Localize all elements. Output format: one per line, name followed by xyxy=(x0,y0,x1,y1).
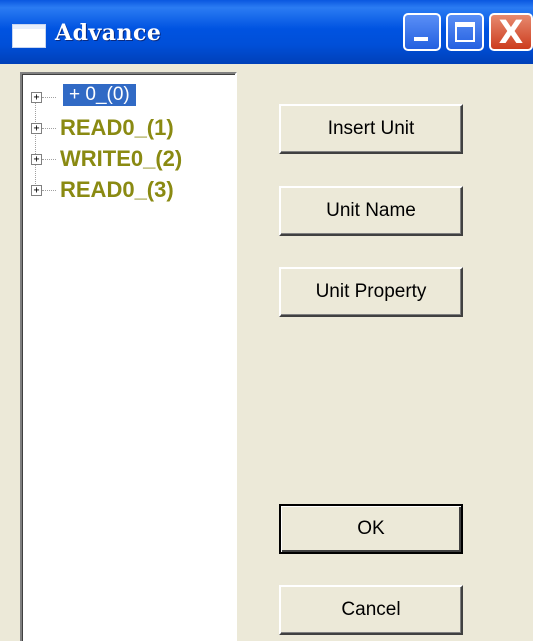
minimize-button[interactable] xyxy=(403,13,441,51)
window-icon xyxy=(12,24,46,48)
tree-connector-line xyxy=(35,96,36,192)
tree-connector xyxy=(42,159,56,160)
cancel-button[interactable]: Cancel xyxy=(279,585,463,635)
tree-connector xyxy=(42,97,56,98)
advance-dialog: Advance X + + 0_(0) + READ0_(1) + WRITE0… xyxy=(0,0,533,641)
expand-icon[interactable]: + xyxy=(31,123,42,134)
tree-node-label[interactable]: + 0_(0) xyxy=(62,83,137,107)
title-bar[interactable]: Advance X xyxy=(0,0,533,64)
expand-icon[interactable]: + xyxy=(31,154,42,165)
unit-property-button[interactable]: Unit Property xyxy=(279,267,463,317)
close-button[interactable]: X xyxy=(489,13,533,51)
tree-connector xyxy=(42,190,56,191)
tree-node-label[interactable]: READ0_(1) xyxy=(60,115,174,141)
expand-icon[interactable]: + xyxy=(31,185,42,196)
tree-node-label[interactable]: READ0_(3) xyxy=(60,177,174,203)
tree-node-label[interactable]: WRITE0_(2) xyxy=(60,146,182,172)
expand-icon[interactable]: + xyxy=(31,92,42,103)
unit-name-button[interactable]: Unit Name xyxy=(279,186,463,236)
ok-button[interactable]: OK xyxy=(279,504,463,554)
insert-unit-button[interactable]: Insert Unit xyxy=(279,104,463,154)
unit-tree[interactable]: + + 0_(0) + READ0_(1) + WRITE0_(2) + REA… xyxy=(20,72,237,641)
window-title: Advance xyxy=(55,20,162,46)
close-icon: X xyxy=(498,13,524,51)
maximize-button[interactable] xyxy=(446,13,484,51)
maximize-icon xyxy=(455,22,475,42)
tree-connector xyxy=(42,128,56,129)
minimize-icon xyxy=(414,37,428,41)
